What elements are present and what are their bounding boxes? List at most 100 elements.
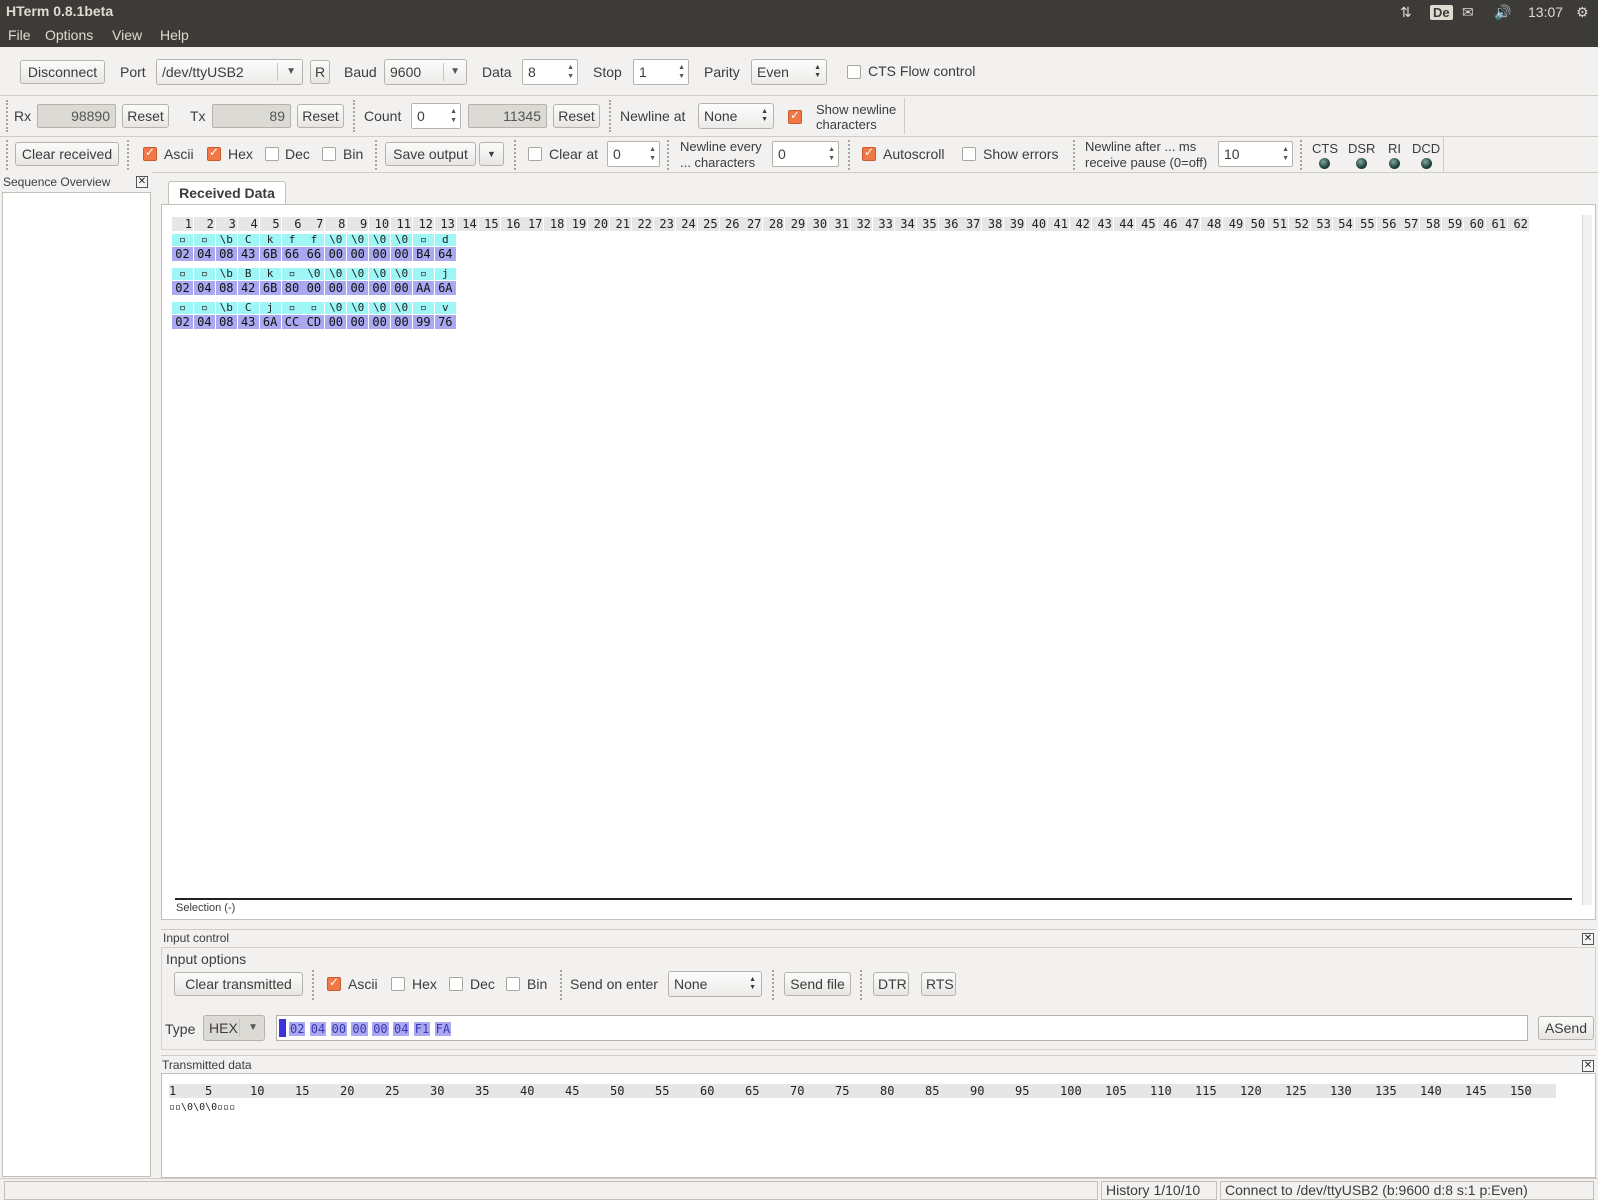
clear-transmitted-button[interactable]: Clear transmitted <box>174 972 303 996</box>
toolbar-grip[interactable] <box>375 140 378 170</box>
hex-cell[interactable]: 99 <box>412 315 434 329</box>
ascii-cell[interactable]: ▫ <box>412 302 434 314</box>
tx-reset-button[interactable]: Reset <box>297 104 344 128</box>
ascii-cell[interactable]: C <box>237 302 259 314</box>
hex-cell[interactable]: 6A <box>259 315 281 329</box>
toolbar-grip[interactable] <box>353 100 356 132</box>
gear-icon[interactable]: ⚙ <box>1576 2 1589 22</box>
hex-cell[interactable]: 08 <box>215 281 237 295</box>
ascii-cell[interactable]: \0 <box>347 302 369 314</box>
hex-cell[interactable]: 00 <box>347 247 369 261</box>
tab-received-data[interactable]: Received Data <box>168 181 286 205</box>
ascii-cell[interactable]: \0 <box>303 268 325 280</box>
hex-cell[interactable]: CD <box>303 315 325 329</box>
ascii-cell[interactable]: \0 <box>369 302 391 314</box>
menu-help[interactable]: Help <box>160 27 189 43</box>
newline-every-spinner[interactable]: 0 ▲ ▼ <box>772 141 839 167</box>
vertical-scrollbar[interactable] <box>1582 215 1592 905</box>
hex-input-checkbox[interactable] <box>391 977 405 991</box>
refresh-ports-button[interactable]: R <box>310 60 330 84</box>
spin-arrows-icon[interactable]: ▲ ▼ <box>828 145 835 163</box>
spin-arrows-icon[interactable]: ▲ ▼ <box>1282 145 1289 163</box>
spin-arrows-icon[interactable]: ▲ ▼ <box>678 63 685 81</box>
received-data-view[interactable]: 1 2 3 4 5 6 7 8 9 10 11 12 13 14 15 16 17 18 19 20 21 22 23 24 2… <box>161 204 1596 920</box>
stop-bits-spinner[interactable]: 1 ▲ ▼ <box>633 59 689 85</box>
hex-cell[interactable]: 00 <box>369 315 391 329</box>
hex-cell[interactable]: 64 <box>434 247 456 261</box>
toolbar-grip[interactable] <box>560 970 563 1000</box>
newline-after-spinner[interactable]: 10 ▲ ▼ <box>1218 141 1293 167</box>
toolbar-grip[interactable] <box>127 140 130 170</box>
bin-display-checkbox[interactable] <box>322 147 336 161</box>
ascii-cell[interactable]: ▫ <box>193 234 215 246</box>
hex-cell[interactable]: 02 <box>172 281 193 295</box>
toolbar-grip[interactable] <box>6 140 9 170</box>
ascii-cell[interactable]: ▫ <box>281 302 303 314</box>
hex-cell[interactable]: 66 <box>281 247 303 261</box>
ascii-cell[interactable]: j <box>259 302 281 314</box>
ascii-cell[interactable]: f <box>303 234 325 246</box>
send-input-field[interactable]: 02 04 00 00 00 04 F1 FA <box>276 1015 1528 1041</box>
toolbar-grip[interactable] <box>667 140 670 170</box>
hex-cell[interactable]: AA <box>412 281 434 295</box>
mail-icon[interactable]: ✉ <box>1462 2 1474 22</box>
hex-display-checkbox[interactable] <box>207 145 221 161</box>
hex-cell[interactable]: 76 <box>434 315 456 329</box>
hex-cell[interactable]: 6B <box>259 247 281 261</box>
show-newline-checkbox[interactable] <box>788 108 802 124</box>
clear-received-button[interactable]: Clear received <box>15 142 119 166</box>
hex-cell[interactable]: 04 <box>193 247 215 261</box>
hex-cell[interactable]: 6B <box>259 281 281 295</box>
rts-button[interactable]: RTS <box>921 972 956 996</box>
spin-arrows-icon[interactable]: ▲ ▼ <box>567 63 574 81</box>
show-errors-checkbox[interactable] <box>962 147 976 161</box>
ascii-cell[interactable]: \0 <box>391 268 412 280</box>
ascii-cell[interactable]: \b <box>215 268 237 280</box>
ascii-cell[interactable]: k <box>259 234 281 246</box>
type-select[interactable]: HEX ▼ <box>203 1015 265 1041</box>
ascii-cell[interactable]: ▫ <box>193 302 215 314</box>
hex-cell[interactable]: 43 <box>237 247 259 261</box>
ascii-cell[interactable]: d <box>434 234 456 246</box>
ascii-cell[interactable]: \0 <box>325 234 347 246</box>
hex-cell[interactable]: 00 <box>325 315 347 329</box>
spin-arrows-icon[interactable]: ▲ ▼ <box>649 145 656 163</box>
hex-cell[interactable]: 6A <box>434 281 456 295</box>
ascii-cell[interactable]: \b <box>215 302 237 314</box>
hex-cell[interactable]: 00 <box>369 281 391 295</box>
hex-cell[interactable]: 08 <box>215 315 237 329</box>
ascii-cell[interactable]: ▫ <box>193 268 215 280</box>
ascii-cell[interactable]: k <box>259 268 281 280</box>
save-output-button[interactable]: Save output <box>385 142 476 166</box>
count-spinner[interactable]: 0 ▲ ▼ <box>411 103 461 129</box>
ascii-cell[interactable]: ▫ <box>412 234 434 246</box>
ascii-input-checkbox[interactable] <box>327 975 341 991</box>
ascii-cell[interactable]: B <box>237 268 259 280</box>
ascii-cell[interactable]: \0 <box>325 302 347 314</box>
ascii-cell[interactable]: \0 <box>391 302 412 314</box>
network-arrows-icon[interactable]: ⇅ <box>1400 2 1412 22</box>
disconnect-button[interactable]: Disconnect <box>20 60 105 84</box>
volume-icon[interactable]: 🔊 <box>1494 2 1511 22</box>
close-icon[interactable]: ✕ <box>136 176 148 188</box>
hex-cell[interactable]: B4 <box>412 247 434 261</box>
toolbar-grip[interactable] <box>1300 140 1303 170</box>
hex-cell[interactable]: 00 <box>391 281 412 295</box>
toolbar-grip[interactable] <box>609 100 612 132</box>
ascii-cell[interactable]: \b <box>215 234 237 246</box>
hex-cell[interactable]: 43 <box>237 315 259 329</box>
hex-cell[interactable]: 04 <box>193 281 215 295</box>
toolbar-grip[interactable] <box>6 100 9 132</box>
clear-at-checkbox[interactable] <box>528 147 542 161</box>
hex-cell[interactable]: 42 <box>237 281 259 295</box>
keyboard-layout-indicator[interactable]: De <box>1430 2 1453 22</box>
ascii-cell[interactable]: j <box>434 268 456 280</box>
hex-cell[interactable]: CC <box>281 315 303 329</box>
ascii-cell[interactable]: \0 <box>347 268 369 280</box>
count-reset-button[interactable]: Reset <box>553 104 600 128</box>
dec-input-checkbox[interactable] <box>449 977 463 991</box>
hex-cell[interactable]: 00 <box>325 247 347 261</box>
spin-arrows-icon[interactable]: ▲ ▼ <box>450 107 457 125</box>
send-file-button[interactable]: Send file <box>784 972 851 996</box>
rx-reset-button[interactable]: Reset <box>122 104 169 128</box>
